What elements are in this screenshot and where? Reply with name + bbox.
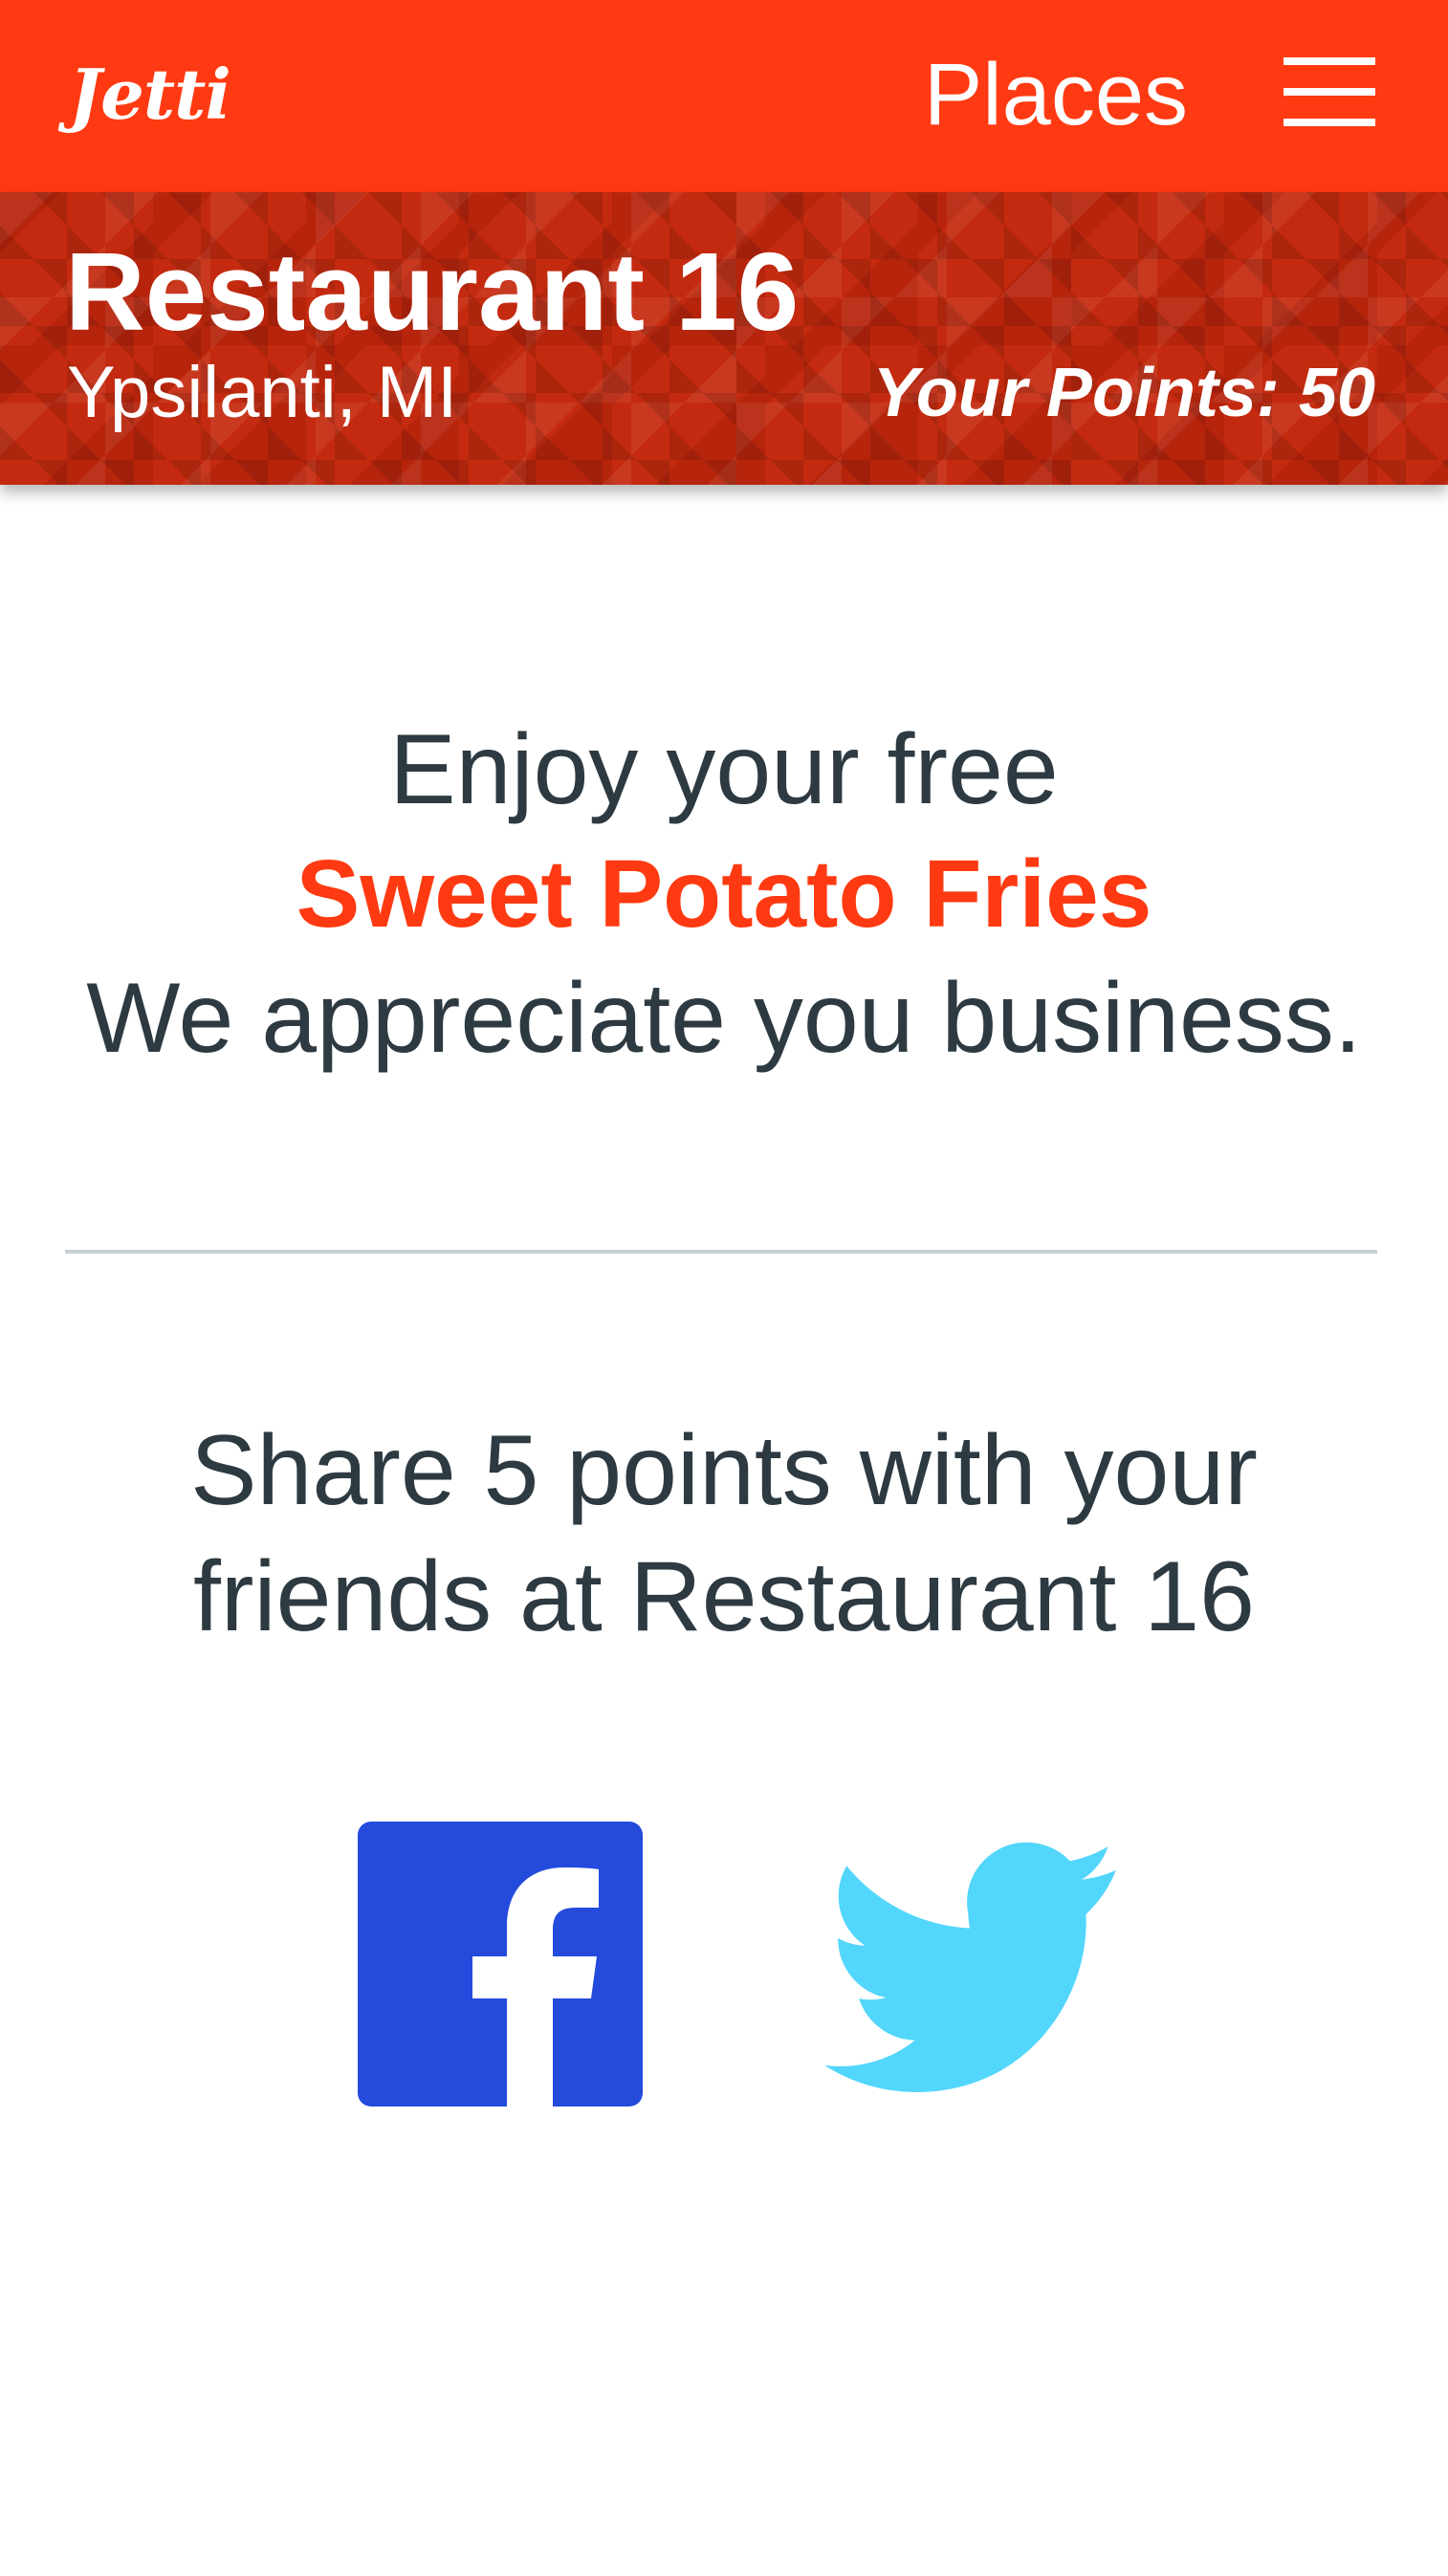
restaurant-location: Ypsilanti, MI bbox=[67, 352, 458, 433]
appreciation-text: We appreciate you business. bbox=[86, 963, 1362, 1074]
section-divider bbox=[65, 1250, 1377, 1254]
twitter-share-button[interactable] bbox=[824, 1822, 1121, 2107]
points-balance: Your Points: 50 bbox=[872, 355, 1375, 431]
facebook-icon bbox=[358, 1822, 643, 2107]
top-app-bar: Jetti Places bbox=[0, 0, 1448, 192]
reward-item-name: Sweet Potato Fries bbox=[296, 840, 1152, 948]
share-text-line-1: Share 5 points with your bbox=[190, 1415, 1258, 1526]
menu-bar bbox=[1283, 88, 1375, 96]
share-message: Share 5 points with your friends at Rest… bbox=[0, 1408, 1448, 1660]
places-nav-link[interactable]: Places bbox=[924, 42, 1188, 147]
twitter-icon bbox=[824, 1842, 1116, 2092]
reward-intro-text: Enjoy your free bbox=[389, 714, 1059, 825]
menu-bar bbox=[1283, 57, 1375, 65]
restaurant-name: Restaurant 16 bbox=[65, 229, 800, 354]
reward-page: Jetti Places Restaurant 16 Ypsilanti, MI… bbox=[0, 0, 1448, 2576]
share-text-line-2: friends at Restaurant 16 bbox=[193, 1541, 1255, 1652]
hamburger-menu-icon[interactable] bbox=[1283, 57, 1375, 126]
reward-message: Enjoy your free Sweet Potato Fries We ap… bbox=[0, 708, 1448, 1081]
restaurant-banner: Restaurant 16 Ypsilanti, MI Your Points:… bbox=[0, 192, 1448, 485]
menu-bar bbox=[1283, 119, 1375, 126]
jetti-logo[interactable]: Jetti bbox=[69, 42, 231, 147]
facebook-share-button[interactable] bbox=[358, 1822, 643, 2107]
